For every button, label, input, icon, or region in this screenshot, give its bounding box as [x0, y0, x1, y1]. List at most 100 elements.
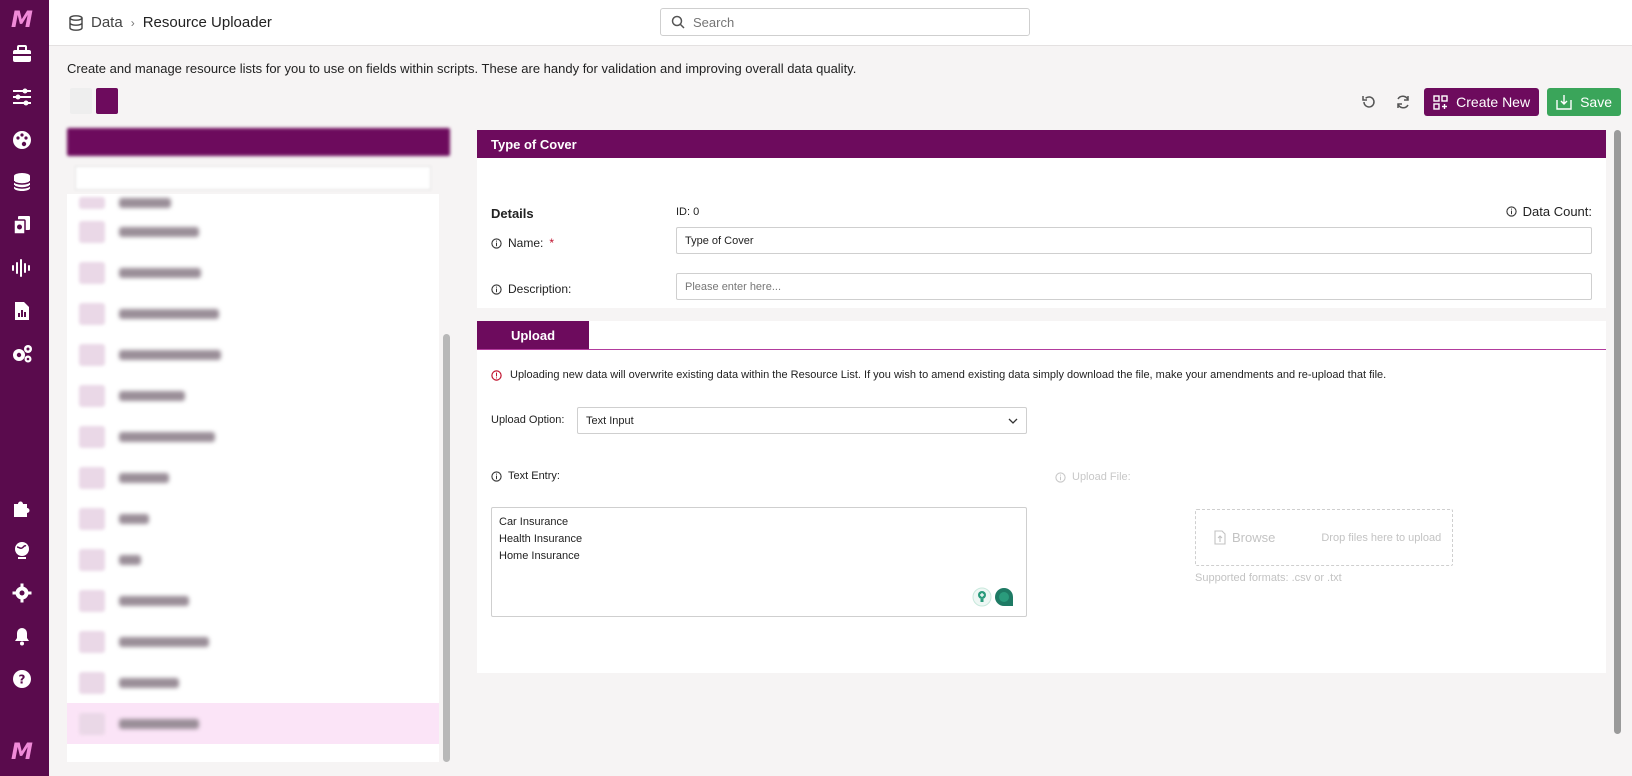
- list-item[interactable]: [67, 252, 439, 293]
- search-box[interactable]: [660, 8, 1030, 36]
- list-item[interactable]: [67, 580, 439, 621]
- resource-id: ID: 0: [676, 206, 700, 218]
- text-entry-line: Car Insurance: [499, 516, 569, 528]
- overwrite-warning: Uploading new data will overwrite existi…: [491, 369, 1386, 381]
- app-logo[interactable]: M: [10, 8, 34, 33]
- help-icon[interactable]: ?: [10, 667, 34, 691]
- description-input[interactable]: [685, 280, 1565, 293]
- lightbulb-plus-icon[interactable]: [972, 587, 992, 607]
- name-field[interactable]: [676, 227, 1592, 254]
- upload-option-select[interactable]: Text Input: [577, 407, 1027, 434]
- data-count-label: Data Count:: [1522, 204, 1592, 219]
- page-description: Create and manage resource lists for you…: [67, 61, 857, 76]
- save-label: Save: [1580, 94, 1612, 110]
- refresh-button[interactable]: [1390, 89, 1416, 115]
- settings-icon[interactable]: [10, 581, 34, 605]
- text-entry-line: Home Insurance: [499, 550, 580, 562]
- upload-tabbar: Upload: [477, 321, 1606, 350]
- details-heading: Details: [491, 206, 534, 221]
- supported-formats: Supported formats: .csv or .txt: [1195, 572, 1342, 584]
- view-toggle-option-active[interactable]: [96, 88, 118, 114]
- undo-button[interactable]: [1356, 89, 1382, 115]
- info-icon: [1505, 206, 1517, 217]
- list-item[interactable]: [67, 194, 439, 211]
- download-save-icon: [1556, 95, 1572, 110]
- list-item[interactable]: [67, 662, 439, 703]
- resource-list-panel: [67, 128, 450, 762]
- list-item[interactable]: [67, 375, 439, 416]
- description-label: Description:: [491, 282, 571, 296]
- page-scrollbar[interactable]: [1614, 130, 1621, 734]
- resource-list: [67, 194, 439, 762]
- chevron-down-icon: [1008, 418, 1018, 424]
- breadcrumb-separator: ›: [130, 15, 135, 30]
- app-sidebar: M ? M: [0, 0, 49, 776]
- text-entry-textarea[interactable]: Car Insurance Health Insurance Home Insu…: [491, 507, 1027, 617]
- overwrite-warning-text: Uploading new data will overwrite existi…: [510, 369, 1387, 381]
- name-label: Name: *: [491, 236, 554, 250]
- sliders-icon[interactable]: [10, 85, 34, 109]
- breadcrumb: Data › Resource Uploader: [69, 14, 272, 31]
- toolbox-icon[interactable]: [10, 42, 34, 66]
- audio-wave-icon[interactable]: [10, 256, 34, 280]
- palette-icon[interactable]: [10, 128, 34, 152]
- undo-icon: [1362, 96, 1375, 108]
- assistant-tools: [972, 587, 1014, 607]
- list-item[interactable]: [67, 293, 439, 334]
- report-icon[interactable]: [10, 299, 34, 323]
- database-icon: [69, 14, 83, 31]
- search-icon: [671, 15, 685, 29]
- view-toggle-option[interactable]: [70, 88, 92, 114]
- list-item[interactable]: [67, 211, 439, 252]
- list-item[interactable]: [67, 457, 439, 498]
- info-icon: [1055, 471, 1066, 483]
- list-item[interactable]: [67, 334, 439, 375]
- resource-list-search[interactable]: [75, 166, 431, 190]
- bell-icon[interactable]: [10, 624, 34, 648]
- list-scrollbar[interactable]: [443, 334, 450, 762]
- upload-option-value: Text Input: [586, 414, 634, 427]
- save-button[interactable]: Save: [1547, 88, 1621, 116]
- description-field[interactable]: [676, 273, 1592, 300]
- upload-card: Upload Uploading new data will overwrite…: [477, 321, 1606, 673]
- top-bar: Data › Resource Uploader: [49, 0, 1632, 46]
- search-input[interactable]: [693, 14, 1013, 30]
- drop-hint: Drop files here to upload: [1321, 531, 1442, 544]
- info-icon: [491, 237, 502, 249]
- name-input[interactable]: [685, 234, 1565, 247]
- create-new-button[interactable]: Create New: [1424, 88, 1540, 116]
- details-card: Type of Cover Details ID: 0 Data Count: …: [477, 130, 1606, 308]
- list-item-selected[interactable]: [67, 703, 439, 744]
- list-item[interactable]: [67, 416, 439, 457]
- documents-icon[interactable]: [10, 213, 34, 237]
- list-item[interactable]: [67, 539, 439, 580]
- list-item[interactable]: [67, 621, 439, 662]
- puzzle-icon[interactable]: [10, 496, 34, 520]
- globe-icon[interactable]: [10, 538, 34, 562]
- text-entry-label: Text Entry:: [491, 470, 560, 482]
- info-icon: [491, 283, 502, 295]
- list-item[interactable]: [67, 498, 439, 539]
- data-count: Data Count:: [1505, 204, 1592, 219]
- alert-circle-icon: [491, 369, 502, 381]
- toolbar: Create New Save: [1356, 88, 1621, 116]
- resource-list-header: [67, 128, 450, 156]
- svg-text:?: ?: [19, 673, 26, 687]
- browse-button[interactable]: Browse: [1232, 530, 1275, 545]
- file-upload-icon: [1214, 530, 1226, 545]
- upload-option-label: Upload Option:: [491, 414, 565, 426]
- text-entry-line: Health Insurance: [499, 533, 583, 545]
- cogs-icon[interactable]: [10, 342, 34, 366]
- app-logo-bottom[interactable]: M: [10, 740, 34, 765]
- view-toggle: [70, 88, 118, 114]
- tab-upload[interactable]: Upload: [477, 321, 589, 349]
- file-dropzone[interactable]: Browse Drop files here to upload: [1195, 509, 1453, 566]
- refresh-icon: [1397, 95, 1409, 109]
- create-new-label: Create New: [1456, 94, 1531, 110]
- chat-bubble-icon[interactable]: [994, 587, 1014, 607]
- info-icon: [491, 470, 502, 482]
- required-marker: *: [549, 236, 555, 250]
- upload-file-label: Upload File:: [1055, 471, 1131, 483]
- breadcrumb-data[interactable]: Data: [91, 14, 123, 31]
- database-icon[interactable]: [10, 170, 34, 194]
